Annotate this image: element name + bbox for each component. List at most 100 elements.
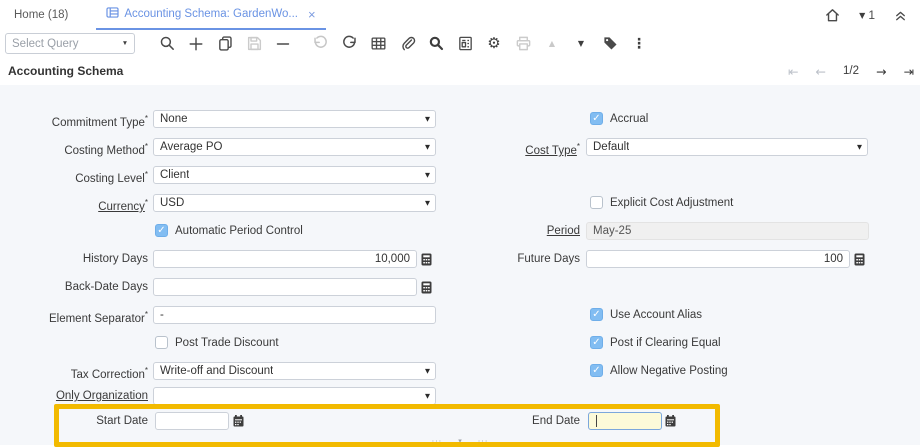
currency-label[interactable]: Currency* (0, 194, 148, 212)
splitter-dots-icon: ··· (432, 438, 443, 446)
automatic-period-control-checkbox[interactable]: ✓ (155, 224, 168, 237)
tab-active-label: Accounting Schema: GardenWo... (124, 8, 298, 20)
first-record-icon[interactable]: ⇤ (788, 64, 798, 79)
home-icon[interactable] (824, 7, 841, 24)
delete-record-button[interactable] (274, 34, 292, 53)
calculator-icon[interactable] (420, 280, 433, 294)
collapse-up-icon-disabled[interactable]: ▲ (543, 34, 561, 53)
back-date-days-input[interactable] (153, 278, 417, 296)
tax-correction-label: Tax Correction* (0, 362, 148, 380)
only-organization-label[interactable]: Only Organization (0, 387, 148, 405)
end-date-input-focused[interactable] (588, 412, 662, 430)
period-field-readonly: May-25 (586, 222, 869, 240)
splitter-dots-icon: ··· (478, 438, 489, 446)
label-tag-icon[interactable] (601, 34, 619, 53)
dropdown-arrow-icon[interactable]: ▼ (425, 111, 430, 127)
explicit-cost-adjustment-checkbox[interactable] (590, 196, 603, 209)
tab-home[interactable]: Home (18) (0, 0, 86, 30)
dropdown-arrow-icon[interactable]: ▼ (425, 388, 430, 404)
costing-level-select[interactable]: Client ▼ (153, 166, 436, 184)
calendar-icon[interactable] (232, 414, 245, 428)
use-account-alias-label: Use Account Alias (610, 306, 702, 324)
next-record-icon[interactable]: → (876, 64, 886, 79)
splitter-caret-icon: ▾ (458, 438, 462, 445)
caret-down-icon: ▼ (859, 11, 865, 20)
more-options-icon[interactable]: ⋮ (630, 34, 648, 53)
last-record-icon[interactable]: ⇥ (904, 64, 914, 79)
history-days-input[interactable]: 10,000 (153, 250, 417, 268)
collapse-header-icon[interactable] (893, 8, 908, 23)
post-if-clearing-equal-label: Post if Clearing Equal (610, 334, 721, 352)
currency-select[interactable]: USD ▼ (153, 194, 436, 212)
window-tab-bar: Home (18) Accounting Schema: GardenWo...… (0, 0, 920, 31)
allow-negative-posting-checkbox[interactable]: ✓ (590, 364, 603, 377)
expand-down-icon[interactable]: ▼ (572, 34, 590, 53)
post-if-clearing-equal-checkbox[interactable]: ✓ (590, 336, 603, 349)
record-info-zoom-button[interactable] (427, 34, 445, 53)
start-date-input[interactable] (155, 412, 229, 430)
text-caret (596, 415, 597, 427)
refresh-button[interactable] (340, 34, 358, 53)
explicit-cost-adjustment-label: Explicit Cost Adjustment (610, 194, 733, 212)
element-separator-input[interactable]: - (153, 306, 436, 324)
process-gear-icon[interactable]: ⚙ (485, 34, 503, 53)
page-title: Accounting Schema (8, 57, 123, 85)
record-position: 1/2 (843, 65, 859, 77)
window-form-icon (106, 7, 119, 21)
tax-correction-select[interactable]: Write-off and Discount ▼ (153, 362, 436, 380)
grid-toggle-button[interactable] (369, 34, 387, 53)
open-windows-count: 1 (868, 8, 875, 22)
post-trade-discount-label: Post Trade Discount (175, 334, 279, 352)
select-query-input[interactable] (6, 34, 116, 53)
future-days-label: Future Days (430, 250, 580, 268)
tabbar-right-controls: ▼ 1 (824, 0, 920, 30)
calendar-icon[interactable] (664, 414, 677, 428)
history-days-label: History Days (0, 250, 148, 268)
new-record-button[interactable] (187, 34, 205, 53)
main-toolbar: ▼ (0, 30, 920, 57)
tab-accounting-schema[interactable]: Accounting Schema: GardenWo... × (96, 0, 325, 30)
print-button-disabled[interactable] (514, 34, 532, 53)
use-account-alias-checkbox[interactable]: ✓ (590, 308, 603, 321)
undo-button-disabled[interactable] (311, 34, 329, 53)
attachment-icon[interactable] (398, 34, 416, 53)
save-button-disabled[interactable] (245, 34, 263, 53)
record-pager: ⇤ ← 1/2 → ⇥ (788, 57, 914, 85)
combobox-arrow-icon[interactable]: ▼ (116, 34, 134, 53)
cost-type-select[interactable]: Default ▼ (586, 138, 868, 156)
commitment-type-select[interactable]: None ▼ (153, 110, 436, 128)
calculator-icon[interactable] (853, 252, 866, 266)
select-query-combobox[interactable]: ▼ (5, 33, 135, 54)
accrual-label: Accrual (610, 110, 648, 128)
report-button[interactable] (456, 34, 474, 53)
post-trade-discount-checkbox[interactable] (155, 336, 168, 349)
automatic-period-control-label: Automatic Period Control (175, 222, 303, 240)
form-content: Commitment Type* None ▼ ✓ Accrual Costin… (0, 85, 920, 445)
costing-level-label: Costing Level* (0, 166, 148, 184)
window-title-bar: Accounting Schema ⇤ ← 1/2 → ⇥ (0, 57, 920, 86)
previous-record-icon[interactable]: ← (816, 64, 826, 79)
commitment-type-label: Commitment Type* (0, 110, 148, 128)
open-windows-selector[interactable]: ▼ 1 (859, 8, 875, 22)
find-record-button[interactable] (158, 34, 176, 53)
application-window: Home (18) Accounting Schema: GardenWo...… (0, 0, 920, 445)
accrual-checkbox[interactable]: ✓ (590, 112, 603, 125)
dropdown-arrow-icon[interactable]: ▼ (425, 363, 430, 379)
period-label[interactable]: Period (430, 222, 580, 240)
costing-method-label: Costing Method* (0, 138, 148, 156)
allow-negative-posting-label: Allow Negative Posting (610, 362, 728, 380)
future-days-input[interactable]: 100 (586, 250, 850, 268)
dropdown-arrow-icon[interactable]: ▼ (425, 195, 430, 211)
tab-home-label: Home (18) (14, 9, 68, 21)
start-date-label: Start Date (0, 412, 148, 430)
dropdown-arrow-icon[interactable]: ▼ (857, 139, 862, 155)
toolbar-icons: ⚙ ▲ ▼ ⋮ (158, 30, 648, 57)
copy-record-button[interactable] (216, 34, 234, 53)
tab-close-icon[interactable]: × (308, 8, 316, 21)
back-date-days-label: Back-Date Days (0, 278, 148, 296)
costing-method-select[interactable]: Average PO ▼ (153, 138, 436, 156)
dropdown-arrow-icon[interactable]: ▼ (425, 167, 430, 183)
element-separator-label: Element Separator* (0, 306, 148, 324)
only-organization-select[interactable]: ▼ (153, 387, 436, 405)
cost-type-label[interactable]: Cost Type* (430, 138, 580, 156)
